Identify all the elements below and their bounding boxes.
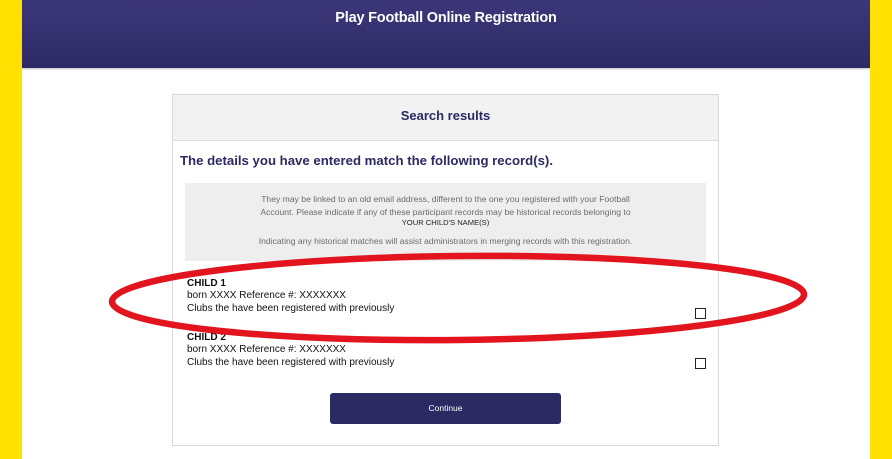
record-clubs: Clubs the have been registered with prev… bbox=[187, 303, 395, 314]
child-name-placeholder: YOUR CHILD'S NAME(S) bbox=[401, 218, 490, 227]
record-details: born XXXX Reference #: XXXXXXX bbox=[187, 290, 346, 301]
info-text-line-1: They may be linked to an old email addre… bbox=[261, 194, 630, 204]
search-results-card: Search results The details you have ente… bbox=[172, 94, 719, 446]
record-clubs: Clubs the have been registered with prev… bbox=[187, 357, 395, 368]
record-name: CHILD 1 bbox=[187, 278, 226, 289]
record-2-checkbox[interactable] bbox=[695, 358, 706, 369]
record-name: CHILD 2 bbox=[187, 332, 226, 343]
page-title: Play Football Online Registration bbox=[335, 10, 557, 26]
info-text-line-3: Indicating any historical matches will a… bbox=[258, 236, 633, 246]
card-title: Search results bbox=[400, 108, 491, 123]
record-details: born XXXX Reference #: XXXXXXX bbox=[187, 344, 346, 355]
header-bar: Play Football Online Registration bbox=[22, 0, 870, 68]
record-item: CHILD 1 born XXXX Reference #: XXXXXXX C… bbox=[187, 278, 707, 322]
record-1-checkbox[interactable] bbox=[695, 308, 706, 319]
registration-page: Play Football Online Registration Search… bbox=[22, 0, 870, 459]
match-heading: The details you have entered match the f… bbox=[180, 153, 553, 168]
continue-button[interactable]: Continue bbox=[330, 393, 561, 424]
record-item: CHILD 2 born XXXX Reference #: XXXXXXX C… bbox=[187, 332, 707, 376]
info-panel: They may be linked to an old email addre… bbox=[185, 183, 706, 261]
card-header: Search results bbox=[173, 95, 718, 141]
